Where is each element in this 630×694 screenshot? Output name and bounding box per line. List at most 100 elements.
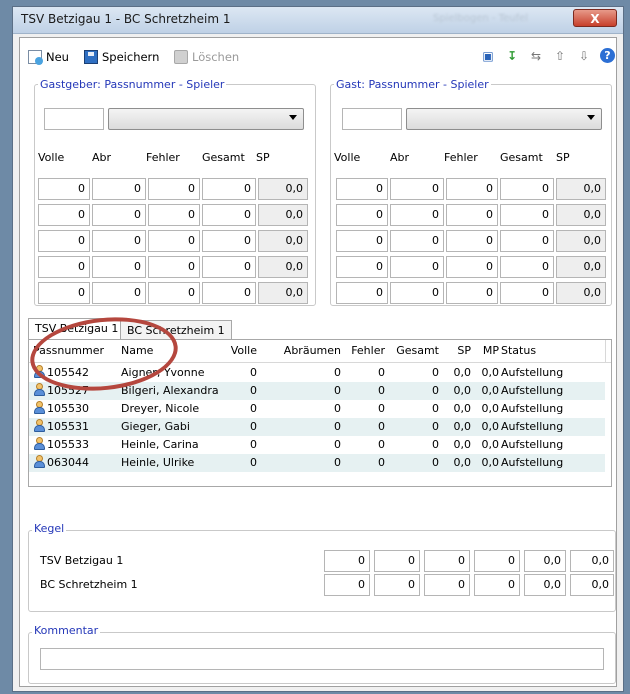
column-header[interactable]: Volle — [221, 340, 257, 362]
table-cell: 0 — [432, 366, 439, 379]
guest-score-cell[interactable]: 0 — [336, 204, 388, 226]
column-header[interactable]: Fehler — [343, 340, 385, 362]
table-cell: Aufstellung — [501, 366, 564, 379]
table-cell: Aufstellung — [501, 456, 564, 469]
home-score-cell[interactable]: 0 — [38, 282, 90, 304]
close-button[interactable]: X — [573, 9, 617, 27]
title-bar[interactable]: TSV Betzigau 1 - BC Schretzheim 1 Spielb… — [13, 7, 623, 34]
guest-score-cell[interactable]: 0 — [446, 204, 498, 226]
guest-player-select[interactable] — [406, 108, 602, 130]
guest-score-cell[interactable]: 0 — [500, 204, 554, 226]
home-score-cell[interactable]: 0 — [202, 282, 256, 304]
guest-score-cell[interactable]: 0 — [336, 178, 388, 200]
home-score-cell[interactable]: 0 — [148, 178, 200, 200]
table-cell: 0 — [432, 438, 439, 451]
home-player-select[interactable] — [108, 108, 304, 130]
guest-score-cell[interactable]: 0 — [390, 230, 444, 252]
table-cell: Aufstellung — [501, 420, 564, 433]
column-header[interactable]: SP — [441, 340, 471, 362]
guest-score-cell[interactable]: 0 — [500, 282, 554, 304]
guest-score-cell[interactable]: 0 — [390, 282, 444, 304]
table-cell: 0 — [334, 384, 341, 397]
home-score-cell[interactable]: 0 — [148, 282, 200, 304]
home-passnumber-input[interactable] — [44, 108, 104, 130]
guest-score-cell[interactable]: 0 — [446, 178, 498, 200]
guest-score-cell[interactable]: 0 — [390, 178, 444, 200]
guest-score-cell[interactable]: 0 — [336, 230, 388, 252]
kommentar-input[interactable] — [40, 648, 604, 670]
guest-score-cell[interactable]: 0 — [336, 282, 388, 304]
home-score-cell[interactable]: 0 — [202, 178, 256, 200]
guest-score-cell[interactable]: 0 — [500, 256, 554, 278]
guest-score-cell[interactable]: 0 — [500, 230, 554, 252]
guest-score-cell[interactable]: 0 — [446, 256, 498, 278]
guest-score-cell[interactable]: 0 — [446, 282, 498, 304]
dialog-window: TSV Betzigau 1 - BC Schretzheim 1 Spielb… — [12, 6, 624, 692]
home-score-cell[interactable]: 0 — [38, 256, 90, 278]
home-score-cell[interactable]: 0 — [202, 256, 256, 278]
help-icon[interactable]: ? — [600, 48, 615, 63]
home-score-cell[interactable]: 0 — [148, 256, 200, 278]
column-header[interactable]: Gesamt — [387, 340, 439, 362]
save-button[interactable]: Speichern — [84, 48, 159, 66]
home-header-fehler: Fehler — [146, 151, 180, 164]
move-up-icon[interactable]: ⇧ — [552, 48, 568, 64]
monitor-icon[interactable]: ▣ — [480, 48, 496, 64]
table-row[interactable]: 105542 Aigner, Yvonne 0 0 0 0 0,0 0,0 Aufstellun… — [29, 364, 605, 382]
player-icon — [33, 383, 45, 396]
home-score-cell[interactable]: 0 — [202, 230, 256, 252]
column-header[interactable]: Abräumen — [261, 340, 341, 362]
kegel-value-field: 0 — [474, 574, 520, 596]
player-icon — [33, 419, 45, 432]
guest-score-cell[interactable]: 0 — [390, 256, 444, 278]
home-score-cell[interactable]: 0 — [92, 178, 146, 200]
kegel-value-field: 0 — [424, 550, 470, 572]
table-cell: 0 — [250, 402, 257, 415]
guest-score-cell[interactable]: 0 — [500, 178, 554, 200]
table-cell: 0,0 — [453, 366, 472, 379]
home-score-cell[interactable]: 0 — [38, 204, 90, 226]
column-header[interactable]: Name — [121, 340, 217, 362]
players-table-header: Passnummer Name Volle Abräumen Fehler Gesamt S… — [29, 340, 611, 363]
table-cell: 0 — [334, 366, 341, 379]
guest-score-cell[interactable]: 0 — [446, 230, 498, 252]
player-icon — [33, 401, 45, 414]
guest-score-cell[interactable]: 0 — [390, 204, 444, 226]
home-score-cell[interactable]: 0 — [92, 282, 146, 304]
table-scrollbar[interactable] — [605, 340, 611, 362]
guest-score-cell: 0,0 — [556, 230, 606, 252]
home-score-cell[interactable]: 0 — [92, 204, 146, 226]
table-cell: 0 — [334, 420, 341, 433]
guest-passnumber-input[interactable] — [342, 108, 402, 130]
players-table: Passnummer Name Volle Abräumen Fehler Gesamt S… — [28, 339, 612, 487]
column-header[interactable]: Passnummer — [33, 340, 119, 362]
passnumber-cell: 105531 — [33, 418, 119, 436]
table-row[interactable]: 063044 Heinle, Ulrike 0 0 0 0 0,0 0,0 Aufstellun… — [29, 454, 605, 472]
guest-score-cell[interactable]: 0 — [336, 256, 388, 278]
move-down-icon[interactable]: ⇩ — [576, 48, 592, 64]
home-score-cell[interactable]: 0 — [92, 230, 146, 252]
home-score-cell[interactable]: 0 — [38, 230, 90, 252]
home-score-cell[interactable]: 0 — [38, 178, 90, 200]
save-button-label: Speichern — [102, 50, 160, 64]
table-row[interactable]: 105527 Bilgeri, Alexandra 0 0 0 0 0,0 0,0 Aufste… — [29, 382, 605, 400]
table-row[interactable]: 105531 Gieger, Gabi 0 0 0 0 0,0 0,0 Aufstellung — [29, 418, 605, 436]
download-icon[interactable]: ↧ — [504, 48, 520, 64]
chevron-down-icon — [289, 115, 297, 120]
table-row[interactable]: 105533 Heinle, Carina 0 0 0 0 0,0 0,0 Aufstellun… — [29, 436, 605, 454]
swap-icon[interactable]: ⇆ — [528, 48, 544, 64]
new-button[interactable]: Neu — [28, 48, 69, 66]
column-header[interactable]: MP — [475, 340, 499, 362]
passnumber-cell: 105533 — [33, 436, 119, 454]
table-cell: 0 — [378, 438, 385, 451]
home-score-cell[interactable]: 0 — [148, 230, 200, 252]
tab-tsv-betzigau[interactable]: TSV Betzigau 1 — [28, 318, 126, 340]
table-row[interactable]: 105530 Dreyer, Nicole 0 0 0 0 0,0 0,0 Aufstellun… — [29, 400, 605, 418]
chevron-down-icon — [587, 115, 595, 120]
home-score-cell[interactable]: 0 — [92, 256, 146, 278]
home-score-cell[interactable]: 0 — [148, 204, 200, 226]
column-header[interactable]: Status — [501, 340, 601, 362]
home-score-cell[interactable]: 0 — [202, 204, 256, 226]
tab-bc-schretzheim[interactable]: BC Schretzheim 1 — [120, 320, 232, 340]
delete-button[interactable]: Löschen — [174, 48, 239, 66]
